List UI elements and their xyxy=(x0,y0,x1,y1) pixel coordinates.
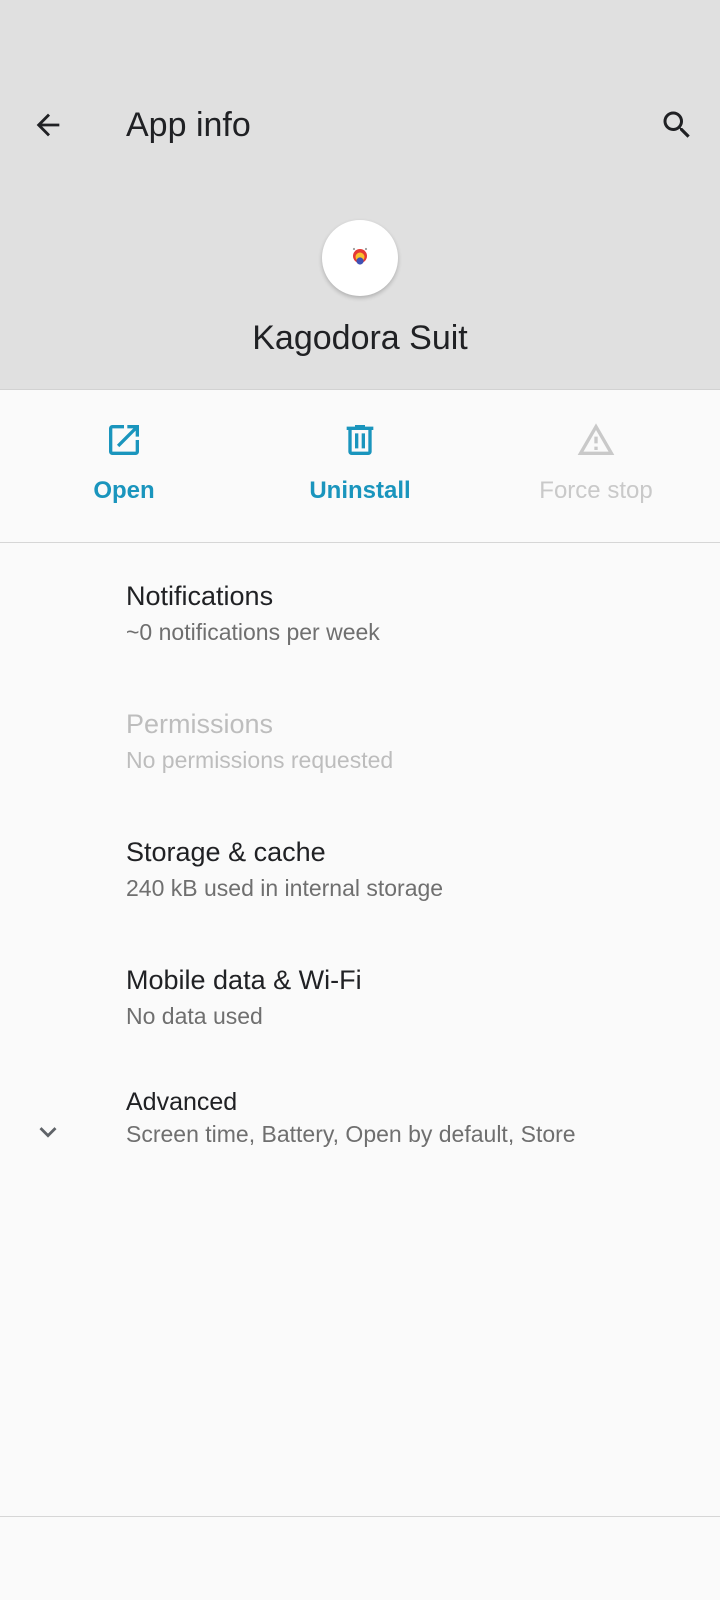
permissions-summary: No permissions requested xyxy=(126,747,394,773)
uninstall-button[interactable]: Uninstall xyxy=(242,390,478,542)
storage-cache-item[interactable]: Storage & cache 240 kB used in internal … xyxy=(0,814,720,942)
advanced-expand xyxy=(30,1114,66,1150)
app-name: Kagodora Suit xyxy=(252,319,468,357)
search-button[interactable] xyxy=(653,101,701,149)
arrow-back-icon xyxy=(36,113,60,137)
mobile-data-wifi-title: Mobile data & Wi-Fi xyxy=(126,965,362,995)
warning-icon xyxy=(577,423,615,455)
bottom-divider xyxy=(0,1516,720,1517)
action-bar: Open Uninstall Force stop xyxy=(0,390,720,543)
uninstall-label: Uninstall xyxy=(309,477,411,504)
storage-cache-title: Storage & cache xyxy=(126,837,326,867)
open-button[interactable]: Open xyxy=(6,390,242,542)
chevron-down-icon xyxy=(39,1127,57,1138)
advanced-summary: Screen time, Battery, Open by default, S… xyxy=(126,1121,576,1147)
open-label: Open xyxy=(93,477,155,504)
trash-icon xyxy=(346,425,374,455)
notifications-summary: ~0 notifications per week xyxy=(126,619,380,645)
page-title: App info xyxy=(126,106,251,144)
permissions-title: Permissions xyxy=(126,709,274,739)
app-logo-icon xyxy=(352,247,368,265)
force-stop-label: Force stop xyxy=(539,477,653,504)
advanced-title: Advanced xyxy=(126,1088,238,1116)
app-bar: App info Kagodora Suit xyxy=(0,0,720,390)
notifications-title: Notifications xyxy=(126,581,274,611)
advanced-item[interactable]: Advanced Screen time, Battery, Open by d… xyxy=(0,1070,720,1198)
notifications-item[interactable]: Notifications ~0 notifications per week xyxy=(0,558,720,686)
permissions-item[interactable]: Permissions No permissions requested xyxy=(0,686,720,814)
force-stop-button[interactable]: Force stop xyxy=(478,390,714,542)
search-icon xyxy=(663,111,690,138)
storage-cache-summary: 240 kB used in internal storage xyxy=(126,875,444,901)
back-button[interactable] xyxy=(24,101,72,149)
app-icon xyxy=(322,220,398,296)
mobile-data-wifi-summary: No data used xyxy=(126,1003,263,1029)
open-external-icon xyxy=(109,425,139,455)
mobile-data-wifi-item[interactable]: Mobile data & Wi-Fi No data used xyxy=(0,942,720,1070)
